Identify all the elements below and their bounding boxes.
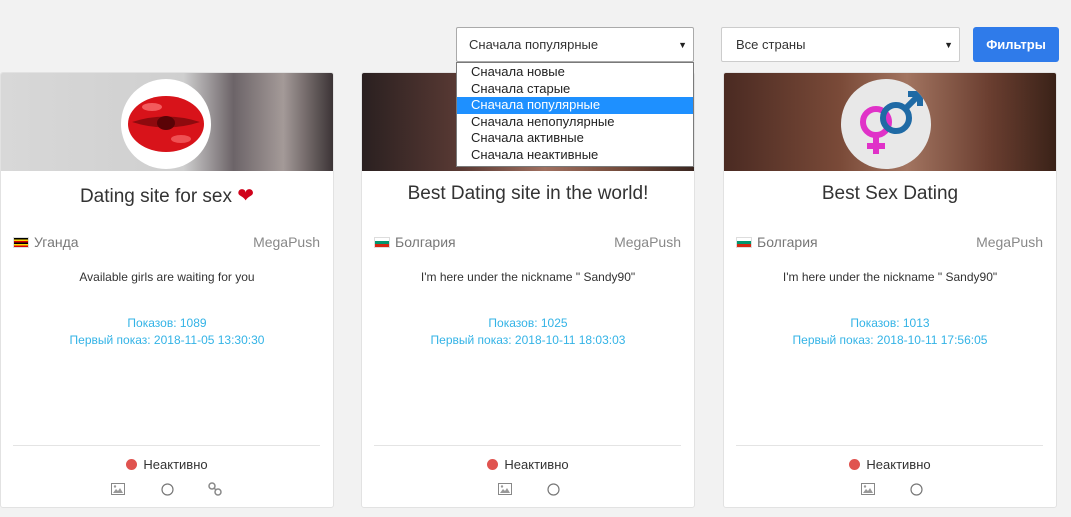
card-stats: Показов: 1025 Первый показ: 2018-10-11 1… bbox=[362, 315, 694, 349]
card-network: MegaPush bbox=[614, 234, 681, 250]
sort-option-unpopular[interactable]: Сначала непопулярные bbox=[457, 114, 693, 131]
chevron-down-icon: ▼ bbox=[944, 40, 953, 50]
sort-option-newest[interactable]: Сначала новые bbox=[457, 64, 693, 81]
card-title: Dating site for sex ❤ bbox=[79, 185, 255, 207]
lips-icon bbox=[121, 79, 211, 169]
sort-select[interactable]: Сначала популярные ▼ bbox=[456, 27, 694, 62]
radio-circle-icon[interactable] bbox=[546, 482, 560, 496]
sort-option-inactive[interactable]: Сначала неактивные bbox=[457, 147, 693, 164]
card-divider bbox=[13, 445, 320, 446]
card-banner-image bbox=[1, 73, 333, 171]
card-first-shown: Первый показ: 2018-11-05 13:30:30 bbox=[69, 333, 265, 347]
card-network: MegaPush bbox=[253, 234, 320, 250]
sort-option-oldest[interactable]: Сначала старые bbox=[457, 81, 693, 98]
campaign-card: Best Sex Dating Болгария MegaPush I'm he… bbox=[723, 72, 1057, 508]
card-description: I'm here under the nickname " Sandy90" bbox=[782, 270, 998, 284]
link-icon[interactable] bbox=[208, 482, 222, 496]
gender-symbols-icon bbox=[841, 79, 931, 169]
card-divider bbox=[374, 445, 681, 446]
bulgaria-flag-icon bbox=[374, 236, 390, 248]
card-description: I'm here under the nickname " Sandy90" bbox=[420, 270, 636, 284]
card-impressions: Показов: 1089 bbox=[127, 316, 207, 330]
card-status: Неактивно bbox=[1, 457, 333, 472]
campaign-card: Dating site for sex ❤ Уганда MegaPush Av… bbox=[0, 72, 334, 508]
country-select-value: Все страны bbox=[736, 37, 806, 52]
card-impressions: Показов: 1013 bbox=[850, 316, 930, 330]
card-stats: Показов: 1089 Первый показ: 2018-11-05 1… bbox=[1, 315, 333, 349]
card-banner-image bbox=[724, 73, 1056, 171]
radio-circle-icon[interactable] bbox=[160, 482, 174, 496]
heart-icon: ❤ bbox=[237, 185, 255, 207]
card-title: Best Sex Dating bbox=[821, 183, 959, 204]
sort-select-value: Сначала популярные bbox=[469, 37, 599, 52]
image-icon[interactable] bbox=[498, 482, 512, 496]
card-impressions: Показов: 1025 bbox=[488, 316, 568, 330]
status-dot-icon bbox=[487, 459, 499, 470]
bulgaria-flag-icon bbox=[736, 236, 752, 248]
card-divider bbox=[736, 445, 1043, 446]
card-network: MegaPush bbox=[976, 234, 1043, 250]
sort-dropdown-list: Сначала новые Сначала старые Сначала поп… bbox=[456, 62, 694, 167]
sort-option-popular[interactable]: Сначала популярные bbox=[457, 97, 693, 114]
card-first-shown: Первый показ: 2018-10-11 17:56:05 bbox=[792, 333, 988, 347]
uganda-flag-icon bbox=[13, 236, 29, 248]
card-title: Best Dating site in the world! bbox=[407, 183, 649, 204]
status-dot-icon bbox=[126, 459, 138, 470]
sort-option-active[interactable]: Сначала активные bbox=[457, 130, 693, 147]
card-country: Болгария bbox=[736, 234, 818, 250]
status-dot-icon bbox=[849, 459, 861, 470]
image-icon[interactable] bbox=[861, 482, 875, 496]
card-stats: Показов: 1013 Первый показ: 2018-10-11 1… bbox=[724, 315, 1056, 349]
radio-circle-icon[interactable] bbox=[909, 482, 923, 496]
card-status: Неактивно bbox=[724, 457, 1056, 472]
country-select[interactable]: Все страны ▼ bbox=[721, 27, 960, 62]
image-icon[interactable] bbox=[111, 482, 125, 496]
card-country: Болгария bbox=[374, 234, 456, 250]
card-first-shown: Первый показ: 2018-10-11 18:03:03 bbox=[430, 333, 626, 347]
card-status: Неактивно bbox=[362, 457, 694, 472]
chevron-down-icon: ▼ bbox=[678, 40, 687, 50]
card-description: Available girls are waiting for you bbox=[79, 270, 255, 284]
filters-button[interactable]: Фильтры bbox=[973, 27, 1059, 62]
card-country: Уганда bbox=[13, 234, 79, 250]
